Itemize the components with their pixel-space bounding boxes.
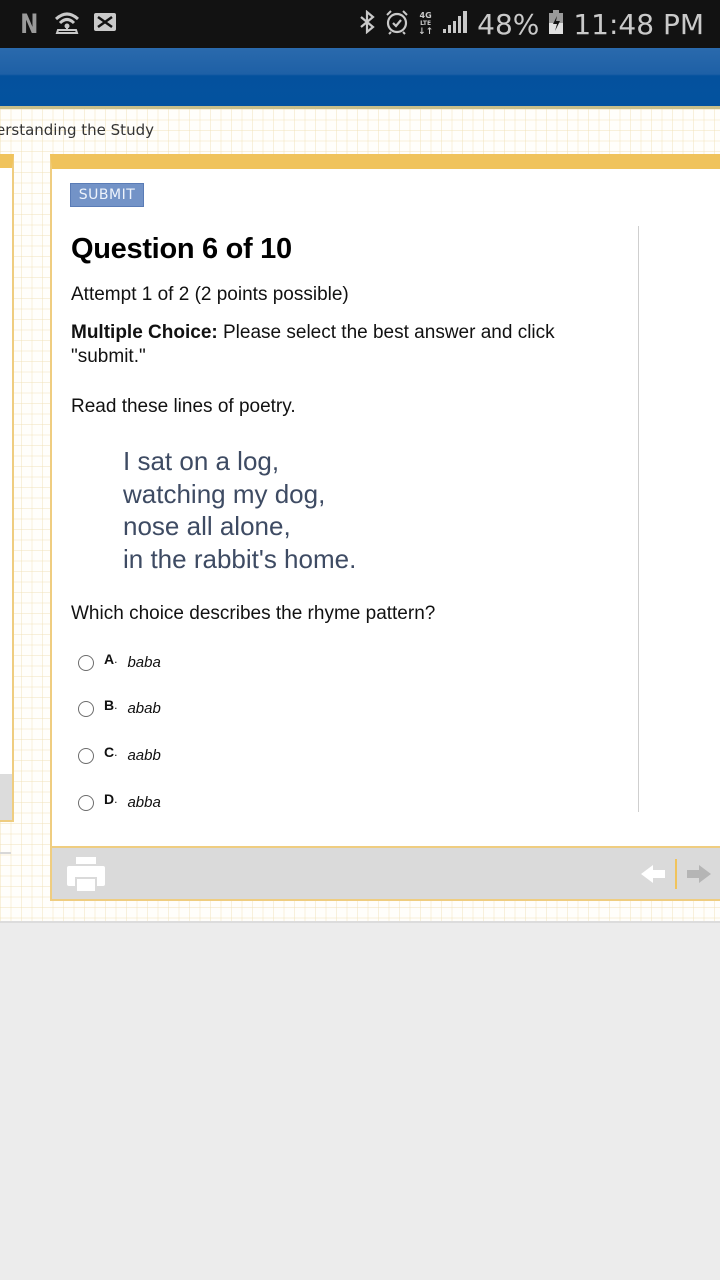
choice-letter: A bbox=[104, 651, 115, 667]
submit-button[interactable]: SUBMIT bbox=[70, 183, 144, 207]
network-arrows: ↓↑ bbox=[418, 27, 434, 37]
choice-c[interactable]: C. aabb bbox=[78, 743, 161, 767]
question-instructions: Multiple Choice: Please select the best … bbox=[71, 321, 611, 369]
poem-line: I sat on a log, bbox=[123, 446, 280, 476]
battery-charging-icon bbox=[548, 9, 564, 40]
choice-dot: . bbox=[114, 745, 118, 759]
radio-button[interactable] bbox=[78, 701, 94, 717]
poem-line: in the rabbit's home. bbox=[123, 543, 357, 574]
previous-arrow-icon[interactable] bbox=[640, 864, 666, 889]
left-side-panel bbox=[0, 154, 14, 822]
choice-text: aabb bbox=[127, 746, 161, 764]
left-side-panel-footer bbox=[0, 774, 14, 822]
bluetooth-icon bbox=[358, 9, 376, 39]
wifi-hotspot-icon bbox=[53, 10, 81, 39]
card-vertical-divider bbox=[638, 226, 639, 812]
next-arrow-icon[interactable] bbox=[686, 864, 712, 889]
poem-block: I sat on a log, watching my dog, nose al… bbox=[123, 445, 356, 575]
choice-dot: . bbox=[114, 792, 118, 806]
choice-letter: C bbox=[104, 744, 115, 760]
choice-text: baba bbox=[127, 653, 161, 671]
app-header-bar bbox=[0, 48, 720, 106]
status-bar-right: 4G LTE ↓↑ 48% 11:48 PM bbox=[358, 6, 704, 42]
choice-text: abba bbox=[127, 793, 161, 811]
radio-button[interactable] bbox=[78, 655, 94, 671]
question-title: Question 6 of 10 bbox=[71, 233, 292, 265]
radio-button[interactable] bbox=[78, 795, 94, 811]
instruction-type-label: Multiple Choice: bbox=[71, 322, 218, 343]
read-prompt: Read these lines of poetry. bbox=[71, 396, 296, 417]
attempt-info: Attempt 1 of 2 (2 points possible) bbox=[71, 284, 349, 305]
breadcrumb: erstanding the Study bbox=[0, 121, 154, 139]
print-icon[interactable] bbox=[67, 857, 105, 896]
choice-d[interactable]: D. abba bbox=[78, 790, 161, 814]
choice-b[interactable]: B. abab bbox=[78, 696, 161, 720]
signal-icon bbox=[442, 10, 468, 39]
mail-icon bbox=[93, 12, 117, 37]
choice-dot: . bbox=[114, 652, 118, 666]
network-type-label: 4G bbox=[419, 11, 432, 20]
radio-button[interactable] bbox=[78, 748, 94, 764]
choice-letter: D bbox=[104, 791, 115, 807]
page-bottom-divider bbox=[0, 921, 720, 923]
choice-dot: . bbox=[114, 698, 118, 712]
battery-percent: 48% bbox=[477, 7, 540, 41]
4g-lte-icon: 4G LTE ↓↑ bbox=[418, 11, 434, 37]
nav-separator bbox=[675, 859, 677, 889]
status-bar: N 4G LTE ↓↑ 48% 11:48 PM bbox=[0, 0, 720, 48]
left-divider bbox=[0, 852, 11, 854]
clock: 11:48 PM bbox=[573, 7, 704, 41]
netflix-n-icon: N bbox=[20, 8, 39, 40]
question-footer-toolbar bbox=[50, 846, 720, 901]
poem-line: watching my dog, bbox=[123, 478, 326, 509]
choice-text: abab bbox=[127, 699, 161, 717]
status-bar-left: N bbox=[18, 8, 117, 40]
alarm-icon bbox=[385, 9, 409, 40]
poem-line: nose all alone, bbox=[123, 511, 291, 541]
choice-letter: B bbox=[104, 697, 115, 713]
choice-a[interactable]: A. baba bbox=[78, 650, 161, 674]
question-prompt: Which choice describes the rhyme pattern… bbox=[71, 603, 436, 624]
